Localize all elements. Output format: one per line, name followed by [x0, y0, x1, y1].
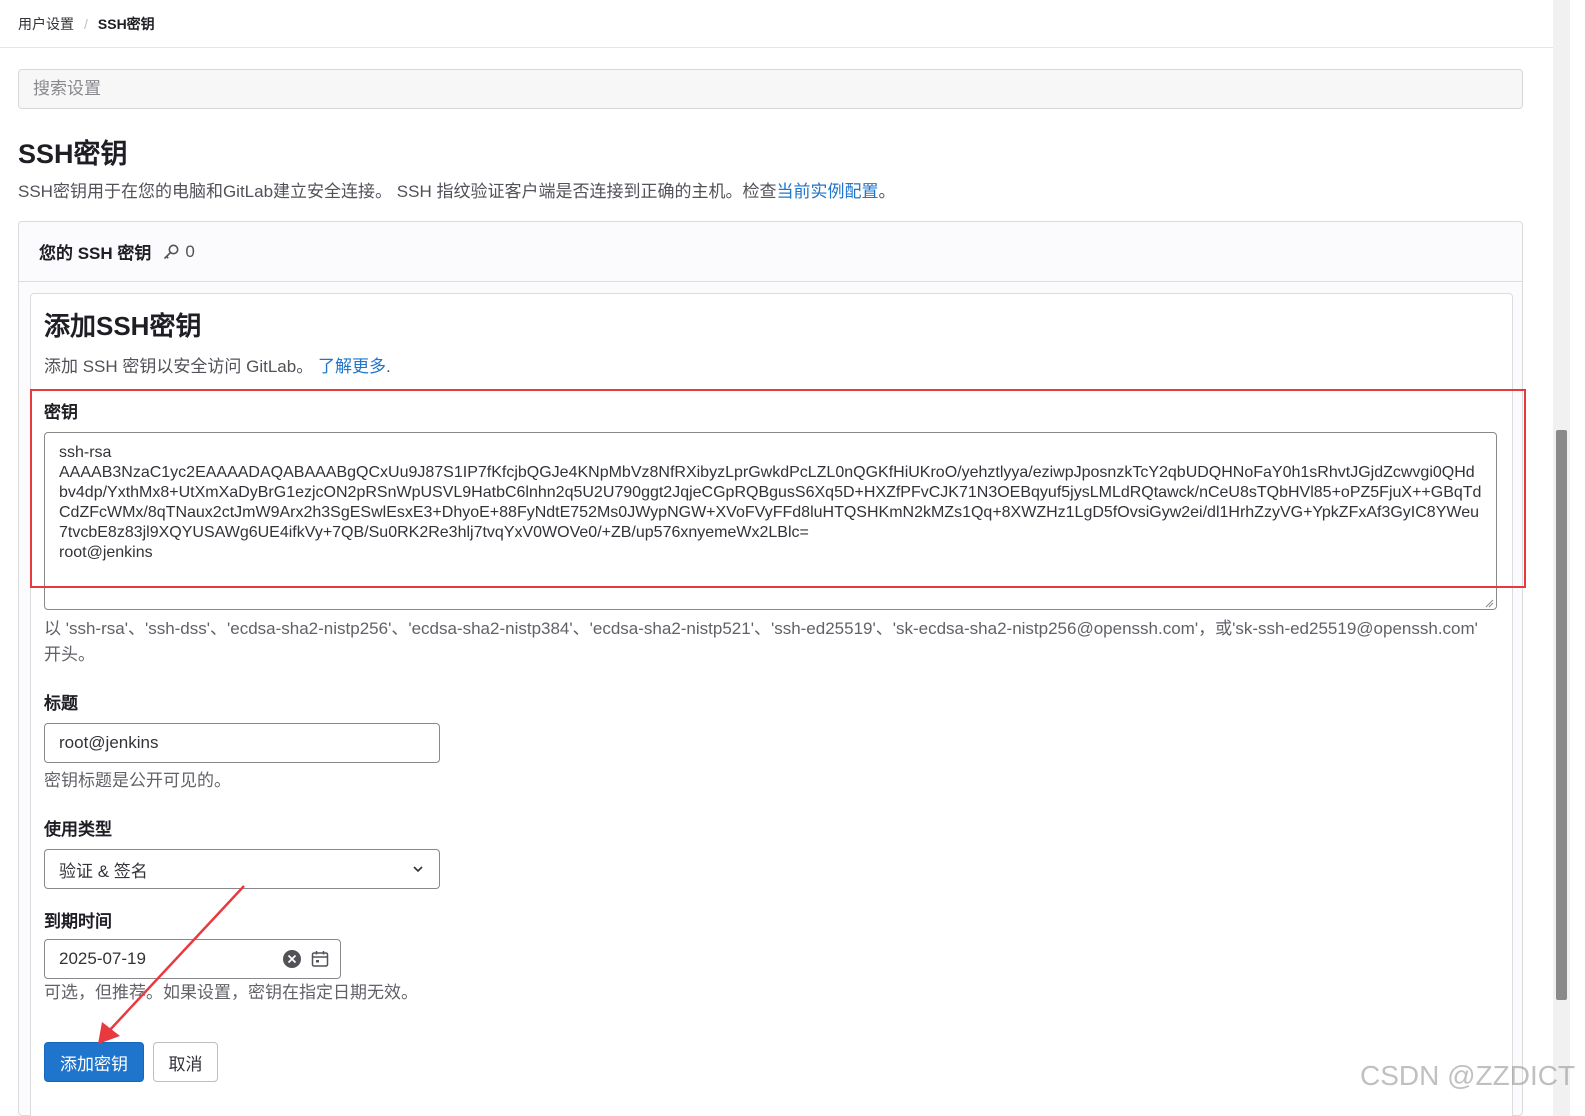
breadcrumb-current[interactable]: SSH密钥 — [98, 14, 155, 34]
expiry-date-input[interactable]: 2025-07-19 — [44, 939, 341, 979]
title-label: 标题 — [44, 694, 78, 713]
page-description-text: SSH密钥用于在您的电脑和GitLab建立安全连接。 SSH 指纹验证客户端是否… — [18, 182, 777, 201]
search-input[interactable] — [18, 69, 1523, 109]
resize-grip-icon[interactable] — [1484, 598, 1494, 608]
key-label: 密钥 — [44, 403, 78, 422]
page-description: SSH密钥用于在您的电脑和GitLab建立安全连接。 SSH 指纹验证客户端是否… — [18, 177, 895, 202]
add-key-description-text: 添加 SSH 密钥以安全访问 GitLab。 — [44, 357, 314, 376]
usage-type-label: 使用类型 — [44, 820, 112, 839]
key-textarea[interactable]: ssh-rsa AAAAB3NzaC1yc2EAAAADAQABAAABgQCx… — [44, 432, 1497, 610]
ssh-keys-card-title: 您的 SSH 密钥 — [39, 244, 152, 263]
page-description-end: 。 — [878, 182, 896, 201]
scrollbar-thumb[interactable] — [1556, 430, 1567, 1000]
title-input[interactable]: root@jenkins — [44, 723, 440, 763]
watermark: CSDN @ZZDICT — [1360, 1060, 1576, 1091]
breadcrumb-separator: / — [84, 15, 88, 32]
page-title: SSH密钥 — [18, 139, 128, 169]
ssh-keys-card-header: 您的 SSH 密钥 0 — [19, 222, 1522, 282]
breadcrumb-user-settings[interactable]: 用户设置 — [18, 14, 74, 34]
clear-icon[interactable] — [282, 949, 302, 969]
instance-config-link[interactable]: 当前实例配置 — [776, 182, 878, 201]
expiry-help-text: 可选，但推荐。如果设置，密钥在指定日期无效。 — [44, 983, 418, 1002]
usage-type-select[interactable]: 验证 & 签名 — [44, 849, 440, 889]
usage-type-value: 验证 & 签名 — [59, 861, 148, 881]
add-key-description-end: . — [385, 357, 391, 376]
page: 用户设置 / SSH密钥 SSH密钥 SSH密钥用于在您的电脑和GitLab建立… — [0, 0, 1585, 1116]
learn-more-link[interactable]: 了解更多 — [318, 357, 386, 376]
add-key-button[interactable]: 添加密钥 — [44, 1042, 144, 1082]
key-icon — [161, 242, 181, 262]
chevron-down-icon — [413, 866, 423, 873]
calendar-icon[interactable] — [310, 949, 330, 969]
expiry-date-value: 2025-07-19 — [59, 949, 146, 968]
breadcrumb: 用户设置 / SSH密钥 — [0, 0, 1553, 48]
expiry-label: 到期时间 — [44, 912, 112, 931]
add-key-title: 添加SSH密钥 — [44, 311, 202, 341]
cancel-button[interactable]: 取消 — [153, 1042, 218, 1082]
add-key-description: 添加 SSH 密钥以安全访问 GitLab。 了解更多. — [44, 352, 391, 377]
title-help-text: 密钥标题是公开可见的。 — [44, 771, 231, 790]
ssh-keys-count: 0 — [185, 241, 195, 261]
key-help-text: 以 'ssh-rsa'、'ssh-dss'、'ecdsa-sha2-nistp2… — [44, 619, 1478, 664]
